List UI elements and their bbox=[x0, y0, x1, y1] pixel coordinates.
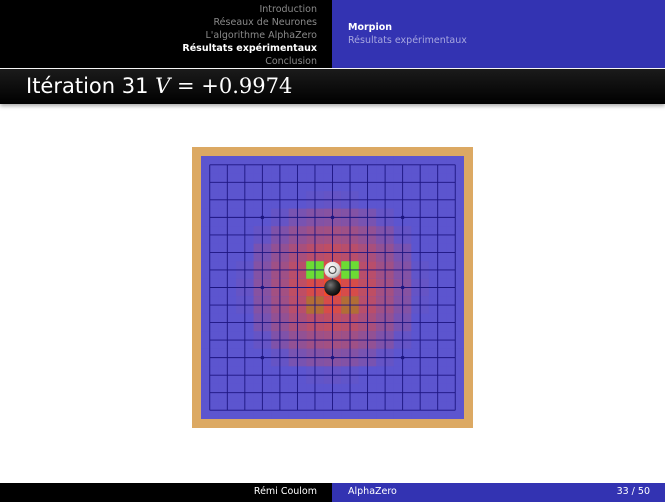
star-point bbox=[400, 215, 405, 220]
section-list: Introduction Réseaux de Neurones L'algor… bbox=[182, 3, 317, 68]
footer-page-number: 33 / 50 bbox=[616, 486, 650, 497]
nav-subsection-morpion[interactable]: Morpion bbox=[348, 21, 467, 34]
header: Introduction Réseaux de Neurones L'algor… bbox=[0, 0, 665, 68]
footer-left: Rémi Coulom bbox=[0, 483, 332, 502]
frame-title-value: = +0.9974 bbox=[177, 74, 293, 98]
subsection-list: Morpion Résultats expérimentaux bbox=[348, 21, 467, 47]
frame-title-prefix: Itération 31 bbox=[26, 74, 149, 98]
footer-author: Rémi Coulom bbox=[253, 486, 317, 497]
footer-title: AlphaZero bbox=[348, 486, 397, 497]
board-svg bbox=[192, 147, 473, 428]
star-point bbox=[400, 355, 405, 360]
frame-title-variable: V bbox=[155, 74, 171, 98]
frame-title: Itération 31 V = +0.9974 bbox=[26, 72, 292, 100]
nav-section-experimental-results[interactable]: Résultats expérimentaux bbox=[182, 42, 317, 55]
nav-section-conclusion[interactable]: Conclusion bbox=[182, 55, 317, 68]
black-stone bbox=[324, 279, 341, 296]
star-point bbox=[260, 355, 265, 360]
white-stone bbox=[324, 261, 341, 279]
frame-title-formula: V = +0.9974 bbox=[155, 74, 292, 98]
star-point bbox=[260, 215, 265, 220]
gomoku-board bbox=[192, 147, 473, 428]
nav-subsection-experimental-results[interactable]: Résultats expérimentaux bbox=[348, 34, 467, 47]
star-point bbox=[330, 215, 335, 220]
nav-section-neural-networks[interactable]: Réseaux de Neurones bbox=[182, 16, 318, 29]
star-point bbox=[330, 355, 335, 360]
nav-section-alphazero-algorithm[interactable]: L'algorithme AlphaZero bbox=[182, 29, 318, 42]
section-navigation: Introduction Réseaux de Neurones L'algor… bbox=[0, 0, 332, 68]
star-point bbox=[260, 285, 265, 290]
footer-right: AlphaZero 33 / 50 bbox=[332, 483, 665, 502]
footer: Rémi Coulom AlphaZero 33 / 50 bbox=[0, 483, 665, 502]
frame-title-bar: Itération 31 V = +0.9974 bbox=[0, 69, 665, 104]
star-point bbox=[400, 285, 405, 290]
nav-section-introduction[interactable]: Introduction bbox=[182, 3, 317, 16]
subsection-navigation: Morpion Résultats expérimentaux bbox=[332, 0, 665, 68]
